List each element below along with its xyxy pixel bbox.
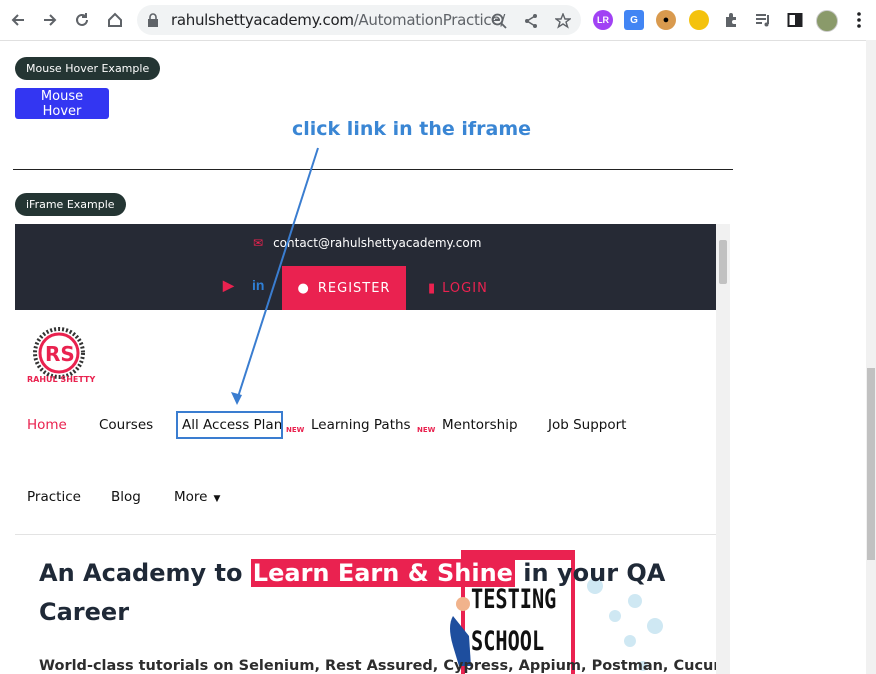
page-scrollbar[interactable] — [866, 40, 876, 674]
page-scrollbar-thumb[interactable] — [867, 368, 875, 560]
annotation-arrow — [231, 147, 319, 405]
